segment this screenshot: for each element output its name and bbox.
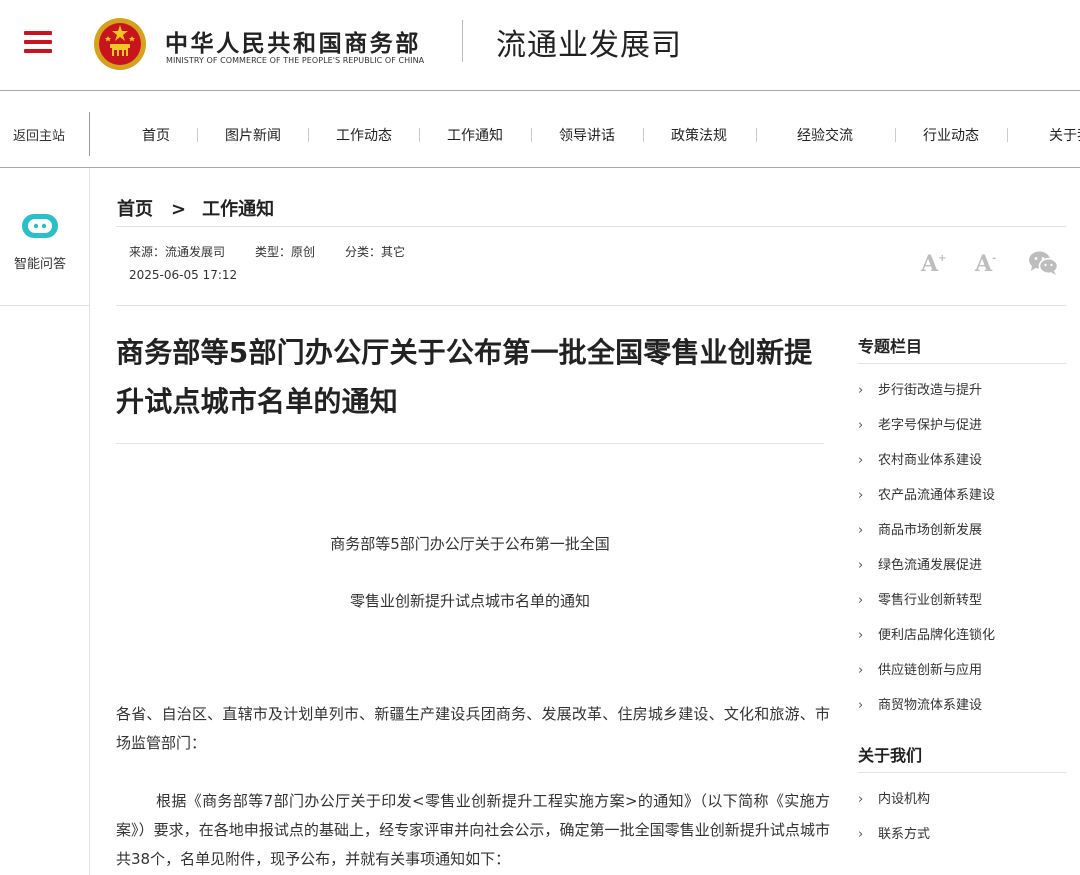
nav-item-leader-speeches[interactable]: 领导讲话 xyxy=(559,125,615,145)
topic-agri-circulation[interactable]: › 农产品流通体系建设 xyxy=(858,484,995,503)
minus-icon: - xyxy=(992,252,997,264)
nav-item-photo-news[interactable]: 图片新闻 xyxy=(225,125,281,145)
topic-label: 农村商业体系建设 xyxy=(878,453,983,468)
topic-logistics[interactable]: › 商贸物流体系建设 xyxy=(858,694,982,713)
topic-retail-innovation[interactable]: › 零售行业创新转型 xyxy=(858,589,982,608)
topic-label: 零售行业创新转型 xyxy=(878,593,983,608)
chevron-right-icon: › xyxy=(858,628,864,643)
chevron-right-icon: › xyxy=(858,698,864,713)
about-internal-structure[interactable]: › 内设机构 xyxy=(858,788,930,807)
article-meta: 来源：流通发展司 类型：原创 分类：其它 xyxy=(129,243,405,260)
topics-divider xyxy=(858,363,1066,364)
breadcrumb-separator: > xyxy=(171,199,187,220)
topic-label: 供应链创新与应用 xyxy=(878,663,983,678)
nav-separator xyxy=(531,128,532,142)
meta-divider xyxy=(116,305,1066,306)
breadcrumb-divider xyxy=(116,226,1066,227)
header-divider xyxy=(462,20,463,62)
site-header: 中华人民共和国商务部 MINISTRY OF COMMERCE OF THE P… xyxy=(0,0,1080,91)
chevron-right-icon: › xyxy=(858,558,864,573)
menu-icon[interactable] xyxy=(24,31,52,55)
topic-commodity-market[interactable]: › 商品市场创新发展 xyxy=(858,519,982,538)
nav-separator xyxy=(756,128,757,142)
chevron-right-icon: › xyxy=(858,453,864,468)
department-title: 流通业发展司 xyxy=(496,28,682,63)
topic-label: 步行街改造与提升 xyxy=(878,383,983,398)
chatbot-icon xyxy=(22,214,58,238)
nav-item-about[interactable]: 关于我 xyxy=(1049,125,1080,145)
article-subtitle-line-2: 零售业创新提升试点城市名单的通知 xyxy=(349,592,590,610)
article-salutation: 各省、自治区、直辖市及计划单列市、新疆生产建设兵团商务、发展改革、住房城乡建设、… xyxy=(116,705,830,752)
back-to-main-site-link[interactable]: 返回主站 xyxy=(13,125,65,144)
topic-label: 绿色流通发展促进 xyxy=(878,558,983,573)
font-size-small-button[interactable]: A- xyxy=(975,251,996,277)
nav-separator xyxy=(1007,128,1008,142)
font-small-glyph: A xyxy=(975,251,993,277)
chevron-right-icon: › xyxy=(858,383,864,398)
meta-source: 来源：流通发展司 xyxy=(129,245,226,259)
topic-time-honored-brands[interactable]: › 老字号保护与促进 xyxy=(858,414,982,433)
nav-item-work-notices[interactable]: 工作通知 xyxy=(447,125,503,145)
topic-label: 便利店品牌化连锁化 xyxy=(878,628,996,643)
left-sidebar: 智能问答 xyxy=(0,169,90,875)
topic-label: 商品市场创新发展 xyxy=(878,523,983,538)
breadcrumb-current[interactable]: 工作通知 xyxy=(202,199,274,220)
font-size-large-button[interactable]: A+ xyxy=(921,251,946,277)
topic-pedestrian-street[interactable]: › 步行街改造与提升 xyxy=(858,379,982,398)
article-title: 商务部等5部门办公厅关于公布第一批全国零售业创新提升试点城市名单的通知 xyxy=(116,336,813,418)
chevron-right-icon: › xyxy=(858,827,864,842)
topic-rural-commerce[interactable]: › 农村商业体系建设 xyxy=(858,449,982,468)
breadcrumb: 首页 > 工作通知 xyxy=(117,195,274,221)
chevron-right-icon: › xyxy=(858,418,864,433)
nav-item-industry-news[interactable]: 行业动态 xyxy=(923,125,979,145)
about-heading: 关于我们 xyxy=(858,746,923,765)
nav-separator xyxy=(895,128,896,142)
ai-assistant-label: 智能问答 xyxy=(14,257,67,272)
topics-heading: 专题栏目 xyxy=(858,337,923,356)
font-large-glyph: A xyxy=(921,251,939,277)
topic-green-circulation[interactable]: › 绿色流通发展促进 xyxy=(858,554,982,573)
topic-label: 农产品流通体系建设 xyxy=(878,488,996,503)
meta-date: 2025-06-05 17:12 xyxy=(129,268,238,282)
nav-item-home[interactable]: 首页 xyxy=(142,125,170,145)
meta-category: 分类：其它 xyxy=(345,245,406,259)
ministry-name-en: MINISTRY OF COMMERCE OF THE PEOPLE'S REP… xyxy=(166,56,425,65)
topic-convenience-stores[interactable]: › 便利店品牌化连锁化 xyxy=(858,624,995,643)
wechat-share-icon[interactable] xyxy=(1028,250,1058,276)
national-emblem-icon xyxy=(94,18,146,70)
main-nav: 返回主站 首页 图片新闻 工作动态 工作通知 领导讲话 政策法规 经验交流 行业… xyxy=(0,92,1080,168)
title-divider xyxy=(116,443,824,444)
ai-assistant-button[interactable]: 智能问答 xyxy=(0,169,90,306)
topic-label: 商贸物流体系建设 xyxy=(878,698,983,713)
chevron-right-icon: › xyxy=(858,488,864,503)
chevron-right-icon: › xyxy=(858,523,864,538)
nav-item-experience[interactable]: 经验交流 xyxy=(797,125,853,145)
nav-item-policies[interactable]: 政策法规 xyxy=(671,125,727,145)
chevron-right-icon: › xyxy=(858,792,864,807)
article-subtitle-line-1: 商务部等5部门办公厅关于公布第一批全国 xyxy=(330,535,610,553)
topic-label: 老字号保护与促进 xyxy=(878,418,983,433)
about-label: 联系方式 xyxy=(878,827,931,842)
nav-separator xyxy=(308,128,309,142)
nav-divider xyxy=(89,112,90,156)
chevron-right-icon: › xyxy=(858,593,864,608)
about-divider xyxy=(858,772,1066,773)
nav-item-work-updates[interactable]: 工作动态 xyxy=(336,125,392,145)
nav-separator xyxy=(643,128,644,142)
about-contact[interactable]: › 联系方式 xyxy=(858,823,930,842)
chevron-right-icon: › xyxy=(858,663,864,678)
ministry-name-cn: 中华人民共和国商务部 xyxy=(165,31,421,57)
article-paragraph: 根据《商务部等7部门办公厅关于印发<零售业创新提升工程实施方案>的通知》（以下简… xyxy=(116,792,830,868)
nav-separator xyxy=(419,128,420,142)
topic-supply-chain[interactable]: › 供应链创新与应用 xyxy=(858,659,982,678)
about-label: 内设机构 xyxy=(878,792,931,807)
breadcrumb-home[interactable]: 首页 xyxy=(117,199,153,220)
plus-icon: + xyxy=(938,252,947,264)
meta-type: 类型：原创 xyxy=(255,245,316,259)
nav-separator xyxy=(197,128,198,142)
